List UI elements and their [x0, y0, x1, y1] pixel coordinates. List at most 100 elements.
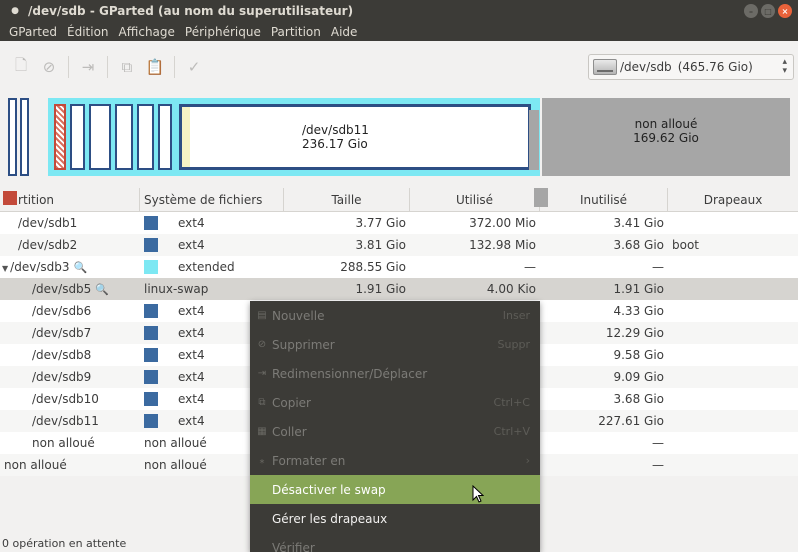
partition-graph: /dev/sdb11 236.17 Gio non alloué 169.62 …: [8, 98, 790, 176]
graph-part-sdb1[interactable]: [8, 98, 17, 176]
header-partition[interactable]: Partition: [0, 187, 140, 212]
graph-part-sdb11[interactable]: /dev/sdb11 236.17 Gio: [179, 104, 531, 170]
cell-partition: /dev/sdb2: [0, 234, 140, 256]
header-unused[interactable]: Inutilisé: [540, 187, 668, 212]
menu-item-label: Vérifier: [272, 540, 315, 552]
graph-part-sdb2[interactable]: [20, 98, 29, 176]
cell-filesystem: linux-swap: [3, 191, 284, 300]
graph-part-sdb6[interactable]: [70, 104, 85, 170]
menu-affichage[interactable]: Affichage: [114, 25, 180, 39]
toolbar-separator: [174, 56, 175, 78]
spin-arrows-icon[interactable]: ▴ ▾: [782, 58, 787, 76]
context-menu-item[interactable]: Vérifier: [250, 533, 540, 552]
new-icon[interactable]: 🗋: [10, 56, 32, 78]
partition-name: /dev/sdb3: [10, 260, 70, 274]
cell-filesystem: ext4: [140, 212, 284, 234]
cell-partition: non alloué: [0, 454, 140, 476]
copy-icon[interactable]: ⧉: [116, 56, 138, 78]
context-menu-item[interactable]: Désactiver le swap: [250, 475, 540, 504]
close-button[interactable]: ×: [778, 4, 792, 18]
partition-name: /dev/sdb11: [32, 414, 99, 428]
graph-unallocated[interactable]: non alloué 169.62 Gio: [542, 98, 790, 176]
header-filesystem[interactable]: Système de fichiers: [140, 187, 284, 212]
cell-unused: —: [652, 458, 664, 472]
context-menu-item[interactable]: ⇥ Redimensionner/Déplacer: [250, 359, 540, 388]
toolbar-separator: [68, 56, 69, 78]
context-menu-item[interactable]: ⧉ Copier Ctrl+C: [250, 388, 540, 417]
app-icon: ●: [11, 6, 19, 16]
menu-item-label: Désactiver le swap: [272, 482, 386, 497]
copy-icon: ⧉: [258, 397, 266, 408]
title-bar: ● /dev/sdb - GParted (au nom du superuti…: [0, 0, 798, 22]
cell-filesystem: ext4: [140, 234, 284, 256]
fs-color-swatch: [144, 348, 158, 362]
format-icon: ⁎: [259, 455, 265, 466]
context-menu-item[interactable]: ▦ Coller Ctrl+V: [250, 417, 540, 446]
graph-part-sdb9[interactable]: [137, 104, 154, 170]
menu-item-accelerator: Ctrl+V: [493, 425, 530, 438]
fs-name: ext4: [178, 392, 205, 406]
used-space-bar: [182, 107, 190, 167]
device-selector[interactable]: /dev/sdb (465.76 Gio) ▴ ▾: [588, 54, 794, 80]
cell-flags: [668, 410, 798, 432]
minimize-button[interactable]: –: [744, 4, 758, 18]
fs-name: ext4: [178, 238, 205, 252]
graph-unalloc-sliver[interactable]: [529, 110, 539, 170]
cell-used: 132.98 Mio: [469, 238, 536, 252]
cell-flags: [668, 212, 798, 234]
fs-name: extended: [178, 260, 235, 274]
fs-name: non alloué: [144, 458, 207, 472]
partition-name: /dev/sdb2: [18, 238, 78, 252]
cell-unused: 1.91 Gio: [613, 282, 664, 296]
table-row[interactable]: /dev/sdb5 🔍 linux-swap 1.91 Gio 4.00 Kio 1.91…: [0, 191, 798, 300]
cell-flags: [668, 256, 798, 278]
cell-unused: —: [652, 260, 664, 274]
partition-name: /dev/sdb1: [18, 216, 78, 230]
cell-unused: 12.29 Gio: [605, 326, 664, 340]
menu-item-accelerator: Ctrl+C: [493, 396, 530, 409]
maximize-button[interactable]: □: [761, 4, 775, 18]
cell-partition: /dev/sdb9: [0, 366, 140, 388]
expander-icon[interactable]: ▼: [2, 264, 8, 273]
fs-color-swatch: [144, 414, 158, 428]
graph-part-sdb7[interactable]: [89, 104, 111, 170]
menu-partition[interactable]: Partition: [266, 25, 326, 39]
cell-unused: 9.09 Gio: [613, 370, 664, 384]
cell-partition: /dev/sdb1: [0, 212, 140, 234]
cell-partition: /dev/sdb10: [0, 388, 140, 410]
paste-icon[interactable]: 📋: [144, 56, 166, 78]
toolbar: 🗋 ⊘ ⇥ ⧉ 📋 ✓ /dev/sdb (465.76 Gio) ▴ ▾: [0, 41, 798, 93]
table-row[interactable]: ▼/dev/sdb3 🔍 extended 288.55 Gio — —: [0, 256, 798, 278]
graph-part-sdb10[interactable]: [158, 104, 172, 170]
menu-item-label: Supprimer: [272, 337, 335, 352]
fs-name: ext4: [178, 348, 205, 362]
header-size[interactable]: Taille: [284, 187, 410, 212]
menu-edition[interactable]: Édition: [62, 25, 114, 39]
menu-peripherique[interactable]: Périphérique: [180, 25, 266, 39]
cell-unused: 227.61 Gio: [598, 414, 664, 428]
header-flags[interactable]: Drapeaux: [668, 188, 798, 212]
cell-partition: ▼/dev/sdb3 🔍: [0, 256, 140, 278]
delete-icon[interactable]: ⊘: [38, 56, 60, 78]
context-menu-item[interactable]: ▤ Nouvelle Inser: [250, 301, 540, 330]
new-icon: ▤: [257, 310, 267, 321]
context-menu-item[interactable]: ⊘ Supprimer Suppr: [250, 330, 540, 359]
cell-partition: non alloué: [0, 432, 140, 454]
context-menu-item[interactable]: Gérer les drapeaux: [250, 504, 540, 533]
header-used[interactable]: Utilisé: [410, 187, 540, 212]
device-size: (465.76 Gio): [677, 60, 753, 74]
menu-gparted[interactable]: GParted: [4, 25, 62, 39]
context-menu-item[interactable]: ⁎ Formater en ›: [250, 446, 540, 475]
apply-icon[interactable]: ✓: [183, 56, 205, 78]
cell-partition: /dev/sdb5 🔍: [0, 278, 140, 300]
resize-icon[interactable]: ⇥: [77, 56, 99, 78]
table-row[interactable]: /dev/sdb1 ext4 3.77 Gio 372.00 Mio 3.41 Gio: [0, 212, 798, 234]
device-name: /dev/sdb: [620, 60, 672, 74]
graph-part-sdb8[interactable]: [115, 104, 133, 170]
menu-aide[interactable]: Aide: [326, 25, 363, 39]
table-row[interactable]: /dev/sdb2 ext4 3.81 Gio 132.98 Mio 3.68 Gio b…: [0, 234, 798, 256]
graph-extended-sdb3[interactable]: /dev/sdb11 236.17 Gio: [48, 98, 540, 176]
delete-icon: ⊘: [257, 339, 267, 350]
graph-part-sdb5[interactable]: [54, 104, 66, 170]
cell-flags: [668, 322, 798, 344]
